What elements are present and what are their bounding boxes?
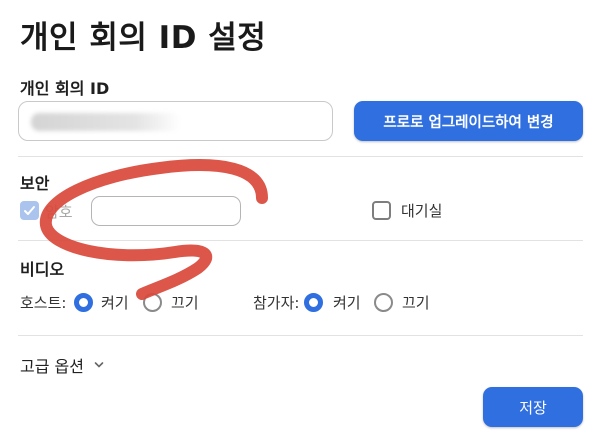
host-label: 호스트: <box>20 294 67 312</box>
save-button[interactable]: 저장 <box>483 387 583 427</box>
waiting-room-checkbox[interactable] <box>372 201 391 220</box>
participant-on-label: 켜기 <box>333 294 361 312</box>
advanced-options-toggle[interactable]: 고급 옵션 <box>20 353 104 377</box>
password-label: 암호 <box>45 203 73 221</box>
security-label: 보안 <box>20 174 50 193</box>
participant-label: 참가자: <box>253 294 300 312</box>
advanced-options-label: 고급 옵션 <box>20 357 84 376</box>
participant-off-label: 끄기 <box>402 294 430 312</box>
checkmark-icon <box>24 206 35 215</box>
participant-on-radio[interactable] <box>304 293 323 312</box>
meeting-id-input[interactable] <box>18 101 333 141</box>
host-on-radio[interactable] <box>74 293 93 312</box>
meeting-id-label: 개인 회의 ID <box>20 79 110 98</box>
upgrade-button[interactable]: 프로로 업그레이드하여 변경 <box>354 101 583 141</box>
divider <box>18 240 583 241</box>
waiting-room-label: 대기실 <box>401 202 443 220</box>
divider <box>18 156 583 157</box>
divider <box>18 335 583 336</box>
password-input[interactable] <box>91 196 241 226</box>
participant-off-radio[interactable] <box>374 293 393 312</box>
host-off-label: 끄기 <box>171 294 199 312</box>
video-label: 비디오 <box>20 260 65 279</box>
host-off-radio[interactable] <box>143 293 162 312</box>
page-title: 개인 회의 ID 설정 <box>20 20 267 56</box>
host-on-label: 켜기 <box>101 294 129 312</box>
chevron-down-icon <box>94 362 104 368</box>
password-checkbox[interactable] <box>20 201 39 220</box>
meeting-id-redaction <box>31 113 181 131</box>
